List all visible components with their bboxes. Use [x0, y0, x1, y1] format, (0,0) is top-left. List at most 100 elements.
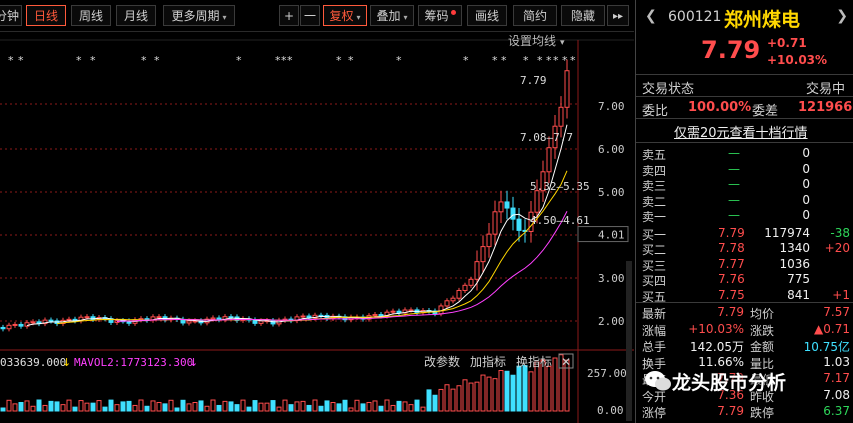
price-annotation: 7.79	[520, 74, 547, 87]
event-marker-icon[interactable]: *	[546, 54, 552, 67]
sell-level-row: 卖二 — 0	[636, 193, 853, 209]
candle-body	[558, 106, 564, 127]
volume-bar	[84, 402, 90, 412]
level-volume: 0	[802, 177, 810, 191]
overlay-label: 叠加	[376, 9, 401, 23]
volume-bar	[300, 400, 306, 412]
arrow-down-icon: ↓	[62, 356, 71, 369]
event-marker-icon[interactable]: *	[348, 54, 354, 67]
zoom-in-button[interactable]: +	[279, 5, 299, 26]
candle-body	[12, 323, 18, 326]
event-marker-icon[interactable]: *	[236, 54, 242, 67]
event-marker-icon[interactable]: *	[76, 54, 82, 67]
mavol1-value: 033639.000	[0, 356, 66, 369]
volume-bar	[516, 365, 522, 412]
stat-value: 6.37	[823, 404, 850, 418]
event-marker-icon[interactable]: *	[90, 54, 96, 67]
status-value: 交易中	[806, 82, 846, 97]
zoom-out-button[interactable]: 一	[300, 5, 320, 26]
candlestick-chart[interactable]: 设置均线 ▾ * * * * * * * * * * * * * * * * * * * * * * 7.00 6.00 5.…	[0, 31, 634, 423]
tab-monthly[interactable]: 月线	[116, 5, 156, 26]
volume-bar	[372, 400, 378, 412]
sell-level-row: 卖五 — 0	[636, 146, 853, 162]
more-periods-label: 更多周期	[171, 9, 220, 23]
volume-bar	[270, 400, 276, 412]
event-marker-icon[interactable]: *	[501, 54, 507, 67]
event-marker-icon[interactable]: *	[141, 54, 147, 67]
more-periods-dropdown[interactable]: 更多周期 ▾	[163, 5, 235, 26]
toolbar-next-icon[interactable]: ▸▸	[607, 5, 629, 26]
promo-link[interactable]: 仅需20元查看十档行情	[674, 122, 808, 141]
volume-bar	[330, 402, 336, 412]
event-marker-icon[interactable]: *	[8, 54, 14, 67]
stat-label: 涨停	[642, 406, 667, 420]
tab-minute[interactable]: 分钟	[0, 5, 22, 26]
adjust-label: 复权	[329, 9, 354, 23]
stock-code: 600121	[668, 9, 722, 25]
level-price: —	[728, 177, 740, 191]
level-change: -38	[830, 225, 850, 240]
volume-bar	[180, 399, 186, 412]
overlay-dropdown[interactable]: 叠加 ▾	[370, 5, 414, 26]
volume-bar	[12, 403, 18, 412]
volume-bar	[480, 374, 486, 412]
volume-bar	[522, 365, 528, 412]
stat-label: 最新	[642, 307, 667, 321]
event-marker-icon[interactable]: *	[553, 54, 559, 67]
level-label: 买三	[642, 258, 667, 273]
volume-bar	[174, 407, 180, 412]
edit-params-button[interactable]: 改参数	[424, 354, 460, 369]
tab-daily[interactable]: 日线	[26, 5, 66, 26]
volume-bar	[546, 365, 552, 412]
volume-bar	[390, 404, 396, 412]
stat-row: 总手 142.05万 金额 10.75亿	[636, 338, 853, 354]
level-price: 7.79	[718, 225, 745, 240]
event-marker-icon[interactable]: *	[287, 54, 293, 67]
event-marker-icon[interactable]: *	[492, 54, 498, 67]
volume-bar	[258, 402, 264, 412]
chevron-down-icon: ▾	[560, 38, 565, 48]
ma-settings-button[interactable]: 设置均线	[508, 34, 556, 48]
volume-bar	[102, 406, 108, 412]
event-marker-icon[interactable]: *	[463, 54, 469, 67]
event-marker-icon[interactable]: *	[336, 54, 342, 67]
divider	[636, 118, 853, 119]
candle-body	[516, 218, 522, 231]
next-stock-icon[interactable]: ❯	[836, 8, 848, 24]
event-marker-icon[interactable]: *	[18, 54, 24, 67]
event-marker-icon[interactable]: *	[570, 54, 576, 67]
volume-bar	[30, 405, 36, 412]
volume-bar	[552, 357, 558, 412]
weibi-value: 100.00%	[688, 100, 752, 115]
buy-level-row: 买一 7.79 117974 -38	[636, 226, 853, 242]
prev-stock-icon[interactable]: ❮	[645, 8, 657, 24]
buy-level-row: 买四 7.76 775	[636, 272, 853, 288]
event-marker-icon[interactable]: *	[537, 54, 543, 67]
event-marker-icon[interactable]: *	[396, 54, 402, 67]
volume-bar	[426, 389, 432, 412]
candle-body	[456, 289, 462, 299]
sell-level-row: 卖一 — 0	[636, 208, 853, 224]
chips-button[interactable]: 筹码	[418, 5, 462, 26]
candle-body	[564, 70, 570, 108]
level-price: 7.76	[718, 272, 745, 286]
draw-button[interactable]: 画线	[467, 5, 507, 26]
volume-bar	[192, 401, 198, 412]
close-icon[interactable]: ✕	[561, 355, 571, 369]
event-marker-icon[interactable]: *	[154, 54, 160, 67]
chart-scrollbar[interactable]	[626, 261, 632, 421]
volume-bar	[222, 400, 228, 412]
adjust-dropdown[interactable]: 复权 ▾	[323, 5, 367, 26]
sell-level-row: 卖三 — 0	[636, 177, 853, 193]
hide-button[interactable]: 隐藏	[561, 5, 605, 26]
candle-body	[66, 318, 72, 321]
simple-button[interactable]: 简约	[513, 5, 557, 26]
add-indicator-button[interactable]: 加指标	[470, 354, 506, 369]
level-price: 7.77	[718, 256, 745, 271]
volume-bar	[324, 400, 330, 412]
candle-body	[534, 190, 540, 213]
switch-indicator-button[interactable]: 换指标	[516, 354, 552, 369]
tab-weekly[interactable]: 周线	[71, 5, 111, 26]
candle-body	[504, 201, 510, 209]
event-marker-icon[interactable]: *	[523, 54, 529, 67]
